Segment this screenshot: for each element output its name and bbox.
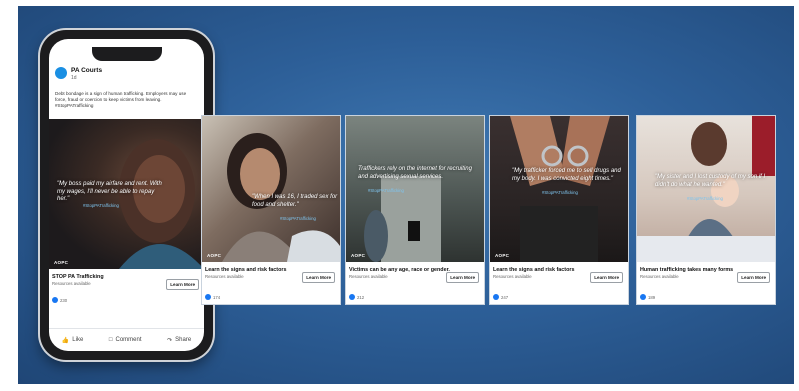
reaction-count: 212 <box>349 294 364 300</box>
ad-footer-5: Human trafficking takes many forms Resou… <box>637 262 775 304</box>
learn-more-button[interactable]: Learn More <box>737 272 770 283</box>
ad-image-1[interactable]: "My boss paid my airfare and rent. With … <box>49 119 204 269</box>
ad-subtitle: Resources available <box>493 274 532 279</box>
like-reaction-icon <box>493 294 499 300</box>
ad-hashtag: #StopPATrafficking <box>687 196 723 201</box>
phone-notch <box>91 47 162 61</box>
post-action-bar: 👍 Like □ Comment ↷ Share <box>49 328 204 351</box>
carousel-card-2[interactable]: "When I was 16, I traded sex for food an… <box>201 115 341 305</box>
ad-hashtag: #StopPATrafficking <box>280 216 316 221</box>
share-icon: ↷ <box>167 337 173 344</box>
post-time: 1d <box>71 75 77 81</box>
comment-icon: □ <box>108 337 113 343</box>
ad-subtitle: Resources available <box>349 274 388 279</box>
ad-footer-4: Learn the signs and risk factors Resourc… <box>490 262 628 304</box>
ad-footer-2: Learn the signs and risk factors Resourc… <box>202 262 340 304</box>
ad-quote: "My boss paid my airfare and rent. With … <box>57 181 162 202</box>
aopc-logo: AOPC <box>351 253 366 258</box>
reaction-count: 230 <box>52 297 67 303</box>
share-button[interactable]: ↷ Share <box>167 337 191 344</box>
mother-and-child-illustration <box>637 116 775 262</box>
thumbs-up-icon: 👍 <box>61 337 70 344</box>
ad-title: Human trafficking takes many forms <box>640 267 734 273</box>
like-button[interactable]: 👍 Like <box>62 337 84 344</box>
ad-image-4[interactable]: "My trafficker forced me to sell drugs a… <box>490 116 628 262</box>
ad-hashtag: #StopPATrafficking <box>83 203 119 208</box>
handcuffed-hands-illustration <box>510 116 610 262</box>
reaction-count: 247 <box>493 294 508 300</box>
ad-title: STOP PA Trafficking <box>52 274 104 280</box>
like-reaction-icon <box>640 294 646 300</box>
learn-more-button[interactable]: Learn More <box>302 272 335 283</box>
teen-girl-illustration <box>222 133 340 262</box>
aopc-logo: AOPC <box>495 253 510 258</box>
comment-button[interactable]: □ Comment <box>109 337 142 343</box>
page-name[interactable]: PA Courts <box>71 67 102 74</box>
post-caption: Debt bondage is a sign of human traffick… <box>55 91 187 108</box>
ad-hashtag: #StopPATrafficking <box>542 190 578 195</box>
ad-subtitle: Resources available <box>205 274 244 279</box>
ad-image-5[interactable]: "My sister and I lost custody of my son … <box>637 116 775 262</box>
ad-quote: "My trafficker forced me to sell drugs a… <box>512 168 621 182</box>
carousel-card-5[interactable]: "My sister and I lost custody of my son … <box>636 115 776 305</box>
ad-quote: "My sister and I lost custody of my son … <box>655 174 766 188</box>
ad-title: Learn the signs and risk factors <box>205 267 287 273</box>
man-with-phone-illustration <box>364 176 441 262</box>
reaction-count: 189 <box>640 294 655 300</box>
smartphone-frame: PA Courts 1d Debt bondage is a sign of h… <box>40 30 213 360</box>
carousel-card-3[interactable]: Traffickers rely on the internet for rec… <box>345 115 485 305</box>
page-avatar[interactable] <box>55 67 67 79</box>
ad-subtitle: Resources available <box>52 281 91 286</box>
post-header: PA Courts 1d <box>55 67 198 85</box>
learn-more-button[interactable]: Learn More <box>590 272 623 283</box>
ad-title: Victims can be any age, race or gender. <box>349 267 450 273</box>
ad-footer-3: Victims can be any age, race or gender. … <box>346 262 484 304</box>
ad-quote: "When I was 16, I traded sex for food an… <box>252 194 338 208</box>
ad-footer-1: STOP PA Trafficking Resources available … <box>49 269 204 329</box>
like-reaction-icon <box>349 294 355 300</box>
reaction-count: 174 <box>205 294 220 300</box>
like-reaction-icon <box>205 294 211 300</box>
ad-image-2[interactable]: "When I was 16, I traded sex for food an… <box>202 116 340 262</box>
phone-screen: PA Courts 1d Debt bondage is a sign of h… <box>49 39 204 351</box>
learn-more-button[interactable]: Learn More <box>166 279 199 290</box>
ad-title: Learn the signs and risk factors <box>493 267 575 273</box>
ad-image-3[interactable]: Traffickers rely on the internet for rec… <box>346 116 484 262</box>
carousel-card-4[interactable]: "My trafficker forced me to sell drugs a… <box>489 115 629 305</box>
ad-quote: Traffickers rely on the internet for rec… <box>358 166 472 180</box>
aopc-logo: AOPC <box>54 260 69 265</box>
like-reaction-icon <box>52 297 58 303</box>
ad-hashtag: #StopPATrafficking <box>368 188 404 193</box>
learn-more-button[interactable]: Learn More <box>446 272 479 283</box>
ad-subtitle: Resources available <box>640 274 679 279</box>
aopc-logo: AOPC <box>207 253 222 258</box>
